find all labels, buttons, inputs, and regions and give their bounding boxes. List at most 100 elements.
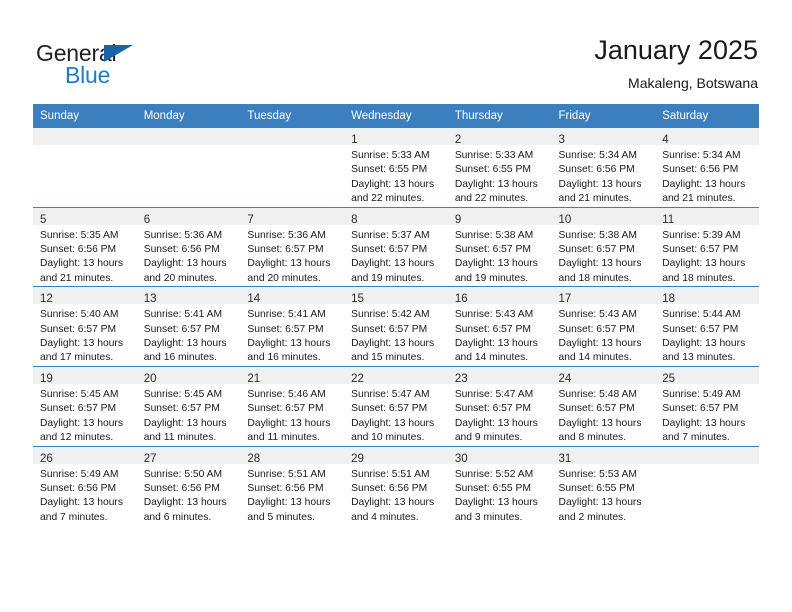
day-number-band (33, 128, 137, 145)
calendar-day-cell: 31 Sunrise: 5:53 AM Sunset: 6:55 PM Dayligh… (551, 445, 656, 526)
weekday-header-sunday: Sunday (33, 104, 137, 128)
calendar-day-cell: 25 Sunrise: 5:49 AM Sunset: 6:57 PM Dayligh… (655, 365, 759, 446)
day-number-band: 2 (447, 128, 552, 146)
daylight-text-line2: and 11 minutes. (247, 432, 320, 444)
calendar-day-cell: 9 Sunrise: 5:38 AM Sunset: 6:57 PM Daylight… (447, 206, 552, 287)
sunset-text: Sunset: 6:56 PM (351, 482, 428, 494)
sunrise-text: Sunrise: 5:36 AM (143, 229, 223, 241)
daylight-text-line2: and 14 minutes. (558, 352, 632, 364)
daylight-text-line2: and 22 minutes. (351, 193, 425, 205)
day-number-band: 21 (240, 366, 345, 385)
sunset-text: Sunset: 6:55 PM (558, 482, 635, 494)
day-number-band: 18 (655, 287, 759, 305)
logo-triangle-icon (104, 45, 133, 62)
sunset-text: Sunset: 6:56 PM (143, 244, 220, 256)
daylight-text-line1: Daylight: 13 hours (351, 258, 435, 270)
weekday-header-wednesday: Wednesday (344, 104, 448, 128)
day-number-band: 5 (33, 207, 137, 226)
daylight-text-line2: and 10 minutes. (351, 432, 425, 444)
sunrise-text: Sunrise: 5:41 AM (143, 309, 223, 321)
sunset-text: Sunset: 6:57 PM (351, 323, 428, 335)
daylight-text-line1: Daylight: 13 hours (662, 338, 746, 350)
sunset-text: Sunset: 6:57 PM (143, 403, 220, 415)
daylight-text-line1: Daylight: 13 hours (558, 338, 642, 350)
calendar-day-cell-empty (655, 445, 759, 526)
day-number: 12 (40, 293, 53, 306)
calendar-day-cell: 19 Sunrise: 5:45 AM Sunset: 6:57 PM Dayligh… (33, 365, 137, 446)
daylight-text-line2: and 17 minutes. (40, 352, 114, 364)
sunset-text: Sunset: 6:56 PM (247, 482, 324, 494)
day-number-band: 15 (344, 287, 448, 305)
calendar-day-cell: 28 Sunrise: 5:51 AM Sunset: 6:56 PM Dayligh… (240, 445, 345, 526)
daylight-text-line1: Daylight: 13 hours (454, 497, 538, 509)
sunset-text: Sunset: 6:57 PM (143, 323, 220, 335)
sunset-text: Sunset: 6:55 PM (454, 164, 531, 176)
day-details: Sunrise: 5:38 AM Sunset: 6:57 PM Daylight:… (552, 225, 656, 287)
sunrise-text: Sunrise: 5:45 AM (40, 388, 119, 400)
daylight-text-line1: Daylight: 13 hours (143, 338, 227, 350)
day-number: 10 (558, 213, 572, 226)
daylight-text-line2: and 16 minutes. (247, 352, 321, 364)
day-number: 22 (351, 372, 364, 385)
calendar-day-cell: 18 Sunrise: 5:44 AM Sunset: 6:57 PM Dayligh… (655, 286, 759, 367)
daylight-text-line2: and 19 minutes. (351, 272, 425, 284)
day-number: 25 (662, 372, 676, 385)
day-number: 9 (454, 213, 462, 226)
day-number-band (240, 128, 345, 145)
day-details: Sunrise: 5:34 AM Sunset: 6:56 PM Daylight:… (552, 145, 656, 207)
calendar-day-cell: 7 Sunrise: 5:36 AM Sunset: 6:57 PM Daylight… (240, 206, 345, 287)
sunrise-text: Sunrise: 5:36 AM (247, 229, 326, 241)
sunset-text: Sunset: 6:57 PM (662, 323, 739, 335)
day-number-band: 13 (136, 287, 241, 305)
weekday-header-saturday: Saturday (655, 104, 759, 128)
sunset-text: Sunset: 6:57 PM (351, 244, 428, 256)
calendar-day-cell: 4 Sunrise: 5:34 AM Sunset: 6:56 PM Daylight… (655, 128, 759, 208)
day-number-band: 3 (551, 128, 656, 146)
day-number-band (136, 128, 241, 145)
daylight-text-line2: and 2 minutes. (558, 511, 627, 523)
daylight-text-line2: and 21 minutes. (40, 272, 114, 284)
calendar-day-cell-empty (33, 128, 137, 208)
day-number-band: 10 (551, 207, 656, 226)
sunrise-text: Sunrise: 5:37 AM (351, 229, 430, 241)
daylight-text-line2: and 18 minutes. (662, 272, 736, 284)
calendar-day-cell: 6 Sunrise: 5:36 AM Sunset: 6:56 PM Daylight… (136, 206, 241, 287)
day-details: Sunrise: 5:50 AM Sunset: 6:56 PM Daylight:… (137, 464, 241, 526)
page-title: January 2025 (594, 35, 758, 65)
daylight-text-line1: Daylight: 13 hours (351, 178, 435, 190)
calendar-day-cell: 16 Sunrise: 5:43 AM Sunset: 6:57 PM Dayligh… (447, 286, 552, 367)
day-number: 21 (247, 372, 261, 385)
sunrise-text: Sunrise: 5:38 AM (558, 229, 637, 241)
sunrise-text: Sunrise: 5:51 AM (247, 468, 326, 480)
day-details: Sunrise: 5:43 AM Sunset: 6:57 PM Daylight:… (448, 304, 552, 366)
day-details: Sunrise: 5:40 AM Sunset: 6:57 PM Daylight:… (33, 304, 137, 366)
daylight-text-line1: Daylight: 13 hours (351, 417, 435, 429)
logo-text-blue: Blue (65, 62, 111, 88)
calendar-day-cell: 27 Sunrise: 5:50 AM Sunset: 6:56 PM Dayligh… (136, 445, 241, 526)
sunset-text: Sunset: 6:55 PM (454, 482, 531, 494)
day-number-band: 12 (33, 287, 137, 306)
sunrise-text: Sunrise: 5:48 AM (558, 388, 637, 400)
day-details: Sunrise: 5:47 AM Sunset: 6:57 PM Daylight:… (448, 384, 552, 446)
sunset-text: Sunset: 6:57 PM (351, 403, 428, 415)
sunrise-text: Sunrise: 5:35 AM (40, 229, 119, 241)
weekday-header-monday: Monday (136, 104, 241, 128)
sunrise-text: Sunrise: 5:38 AM (454, 229, 534, 241)
day-details: Sunrise: 5:35 AM Sunset: 6:56 PM Daylight:… (33, 225, 137, 287)
daylight-text-line1: Daylight: 13 hours (247, 258, 331, 270)
daylight-text-line2: and 21 minutes. (662, 193, 736, 205)
sunrise-text: Sunrise: 5:53 AM (558, 468, 637, 480)
daylight-text-line1: Daylight: 13 hours (143, 258, 227, 270)
calendar-body: 1 Sunrise: 5:33 AM Sunset: 6:55 PM Daylight… (33, 128, 759, 526)
day-details: Sunrise: 5:51 AM Sunset: 6:56 PM Daylight:… (344, 464, 448, 526)
day-number-band: 25 (655, 366, 759, 385)
day-details: Sunrise: 5:46 AM Sunset: 6:57 PM Daylight:… (240, 384, 344, 446)
day-number: 20 (143, 372, 157, 385)
day-number-band: 20 (136, 366, 241, 385)
day-number: 17 (558, 293, 572, 306)
daylight-text-line2: and 13 minutes. (662, 352, 736, 364)
day-number-band: 1 (344, 128, 448, 146)
day-details: Sunrise: 5:33 AM Sunset: 6:55 PM Daylight:… (448, 145, 552, 207)
day-number: 14 (247, 293, 261, 306)
day-number-band (655, 446, 759, 464)
